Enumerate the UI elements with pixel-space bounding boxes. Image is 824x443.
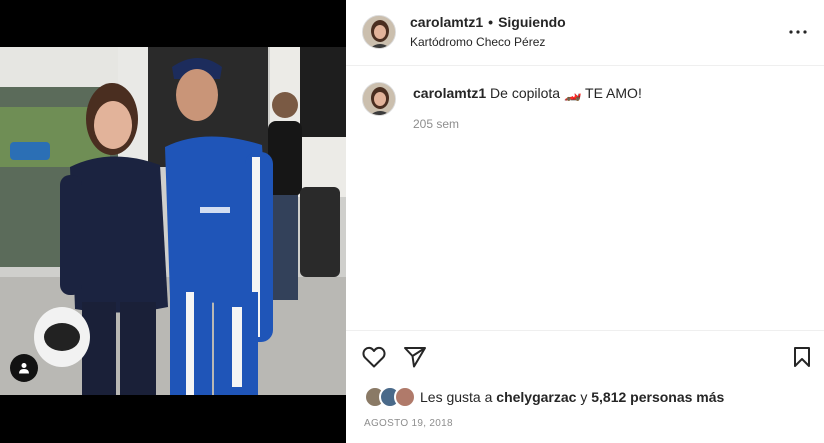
liker-avatars[interactable] [364,386,416,408]
post-media-pane [0,0,346,443]
avatar-image [363,83,395,115]
caption-timestamp[interactable]: 205 sem [413,117,459,131]
following-button[interactable]: Siguiendo [498,14,566,30]
person-tag-icon [19,363,29,374]
heart-outline-icon [362,346,386,368]
author-avatar[interactable] [362,15,396,49]
post-details-pane: carolamtz1 • Siguiendo Kartódromo Checo Pé… [346,0,824,443]
post-actions: Les gusta a chelygarzac y 5,812 personas… [346,330,824,443]
tag-people-button[interactable] [10,354,38,382]
liker-avatar [394,386,416,408]
likes-conjunction: y [580,389,588,405]
more-options-button[interactable] [786,22,810,42]
likes-text: Les gusta a chelygarzac y 5,812 personas… [420,389,724,405]
likes-count-link[interactable]: 5,812 personas más [591,389,724,405]
caption-avatar[interactable] [362,82,396,116]
more-horizontal-icon [789,30,807,34]
caption-text: De copilota 🏎️ TE AMO! [490,85,642,101]
post-header: carolamtz1 • Siguiendo Kartódromo Checo Pé… [346,0,824,66]
avatar-image [363,16,395,48]
header-user-line: carolamtz1 • Siguiendo [410,14,566,30]
post-photo-illustration [0,47,346,395]
paper-plane-icon [404,347,426,368]
likes-user-link[interactable]: chelygarzac [496,389,576,405]
bookmark-outline-icon [794,347,810,367]
likes-summary: Les gusta a chelygarzac y 5,812 personas… [364,386,724,408]
save-button[interactable] [788,343,816,371]
likes-prefix: Les gusta a [420,389,493,405]
post-caption: carolamtz1 De copilota 🏎️ TE AMO! [413,85,642,102]
share-button[interactable] [401,343,429,371]
post-date[interactable]: AGOSTO 19, 2018 [364,418,453,429]
like-button[interactable] [360,343,388,371]
post-photo[interactable] [0,47,346,395]
post-location[interactable]: Kartódromo Checo Pérez [410,35,545,49]
author-username[interactable]: carolamtz1 [410,14,483,30]
caption-username[interactable]: carolamtz1 [413,85,486,101]
header-separator: • [488,14,494,30]
